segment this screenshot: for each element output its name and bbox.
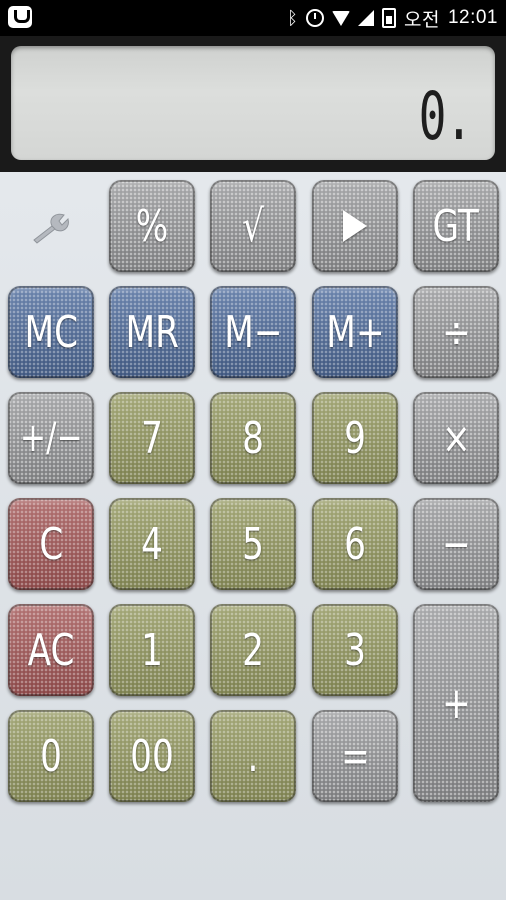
mc-label: MC [24, 306, 78, 358]
six-button[interactable]: 6 [312, 498, 398, 590]
zero-label: 0 [40, 730, 62, 782]
play-button[interactable] [312, 180, 398, 272]
three-button[interactable]: 3 [312, 604, 398, 696]
plus-button[interactable]: + [413, 604, 499, 802]
divide-label: ÷ [441, 306, 471, 358]
minus-button[interactable]: − [413, 498, 499, 590]
nine-button[interactable]: 9 [312, 392, 398, 484]
four-button[interactable]: 4 [109, 498, 195, 590]
sqrt-label: √ [242, 200, 264, 252]
seven-button[interactable]: 7 [109, 392, 195, 484]
clear-button[interactable]: C [8, 498, 94, 590]
double-zero-button[interactable]: 00 [109, 710, 195, 802]
one-label: 1 [141, 624, 163, 676]
seven-label: 7 [141, 412, 163, 464]
all-clear-button[interactable]: AC [8, 604, 94, 696]
plus-label: + [441, 677, 471, 729]
multiply-button[interactable]: × [413, 392, 499, 484]
nine-label: 9 [344, 412, 366, 464]
five-button[interactable]: 5 [210, 498, 296, 590]
double-zero-label: 00 [130, 730, 174, 782]
four-label: 4 [141, 518, 163, 570]
mr-button[interactable]: MR [109, 286, 195, 378]
wrench-icon [33, 213, 69, 244]
status-time: 12:01 [447, 7, 498, 28]
percent-label: % [135, 200, 169, 252]
multiply-label: × [441, 412, 471, 464]
minus-label: − [441, 518, 471, 570]
m-plus-button[interactable]: M+ [312, 286, 398, 378]
gt-label: GT [432, 200, 480, 252]
all-clear-label: AC [27, 624, 75, 676]
clear-label: C [39, 518, 63, 570]
decimal-button[interactable]: . [210, 710, 296, 802]
two-button[interactable]: 2 [210, 604, 296, 696]
display-value: 0. [418, 78, 472, 155]
app-badge-icon [8, 6, 32, 28]
equals-label: = [340, 730, 370, 782]
divide-button[interactable]: ÷ [413, 286, 499, 378]
m-plus-label: M+ [325, 306, 385, 358]
two-label: 2 [242, 624, 264, 676]
status-icons: ᛒ 오전 12:01 [287, 0, 498, 36]
play-icon [343, 210, 367, 242]
settings-button[interactable] [28, 208, 74, 248]
zero-button[interactable]: 0 [8, 710, 94, 802]
gt-button[interactable]: GT [413, 180, 499, 272]
bluetooth-icon: ᛒ [287, 7, 298, 28]
mc-button[interactable]: MC [8, 286, 94, 378]
sqrt-button[interactable]: √ [210, 180, 296, 272]
display-area: 0. [0, 36, 506, 172]
eight-button[interactable]: 8 [210, 392, 296, 484]
m-minus-button[interactable]: M− [210, 286, 296, 378]
one-button[interactable]: 1 [109, 604, 195, 696]
wifi-icon [331, 10, 350, 26]
keypad: % √ GT MC MR M− M+ ÷ +/− 7 8 9 × C 4 5 6… [0, 172, 506, 900]
mr-label: MR [125, 306, 179, 358]
status-time-prefix: 오전 [403, 9, 440, 31]
signal-icon [357, 10, 374, 26]
plus-minus-label: +/− [19, 415, 83, 461]
alarm-icon [305, 9, 324, 27]
six-label: 6 [344, 518, 366, 570]
status-bar: ᛒ 오전 12:01 [0, 0, 506, 36]
five-label: 5 [242, 518, 264, 570]
display-screen: 0. [11, 46, 495, 160]
battery-icon [381, 8, 396, 28]
decimal-label: . [247, 730, 259, 782]
eight-label: 8 [242, 412, 264, 464]
percent-button[interactable]: % [109, 180, 195, 272]
three-label: 3 [344, 624, 366, 676]
equals-button[interactable]: = [312, 710, 398, 802]
plus-minus-button[interactable]: +/− [8, 392, 94, 484]
m-minus-label: M− [223, 306, 283, 358]
